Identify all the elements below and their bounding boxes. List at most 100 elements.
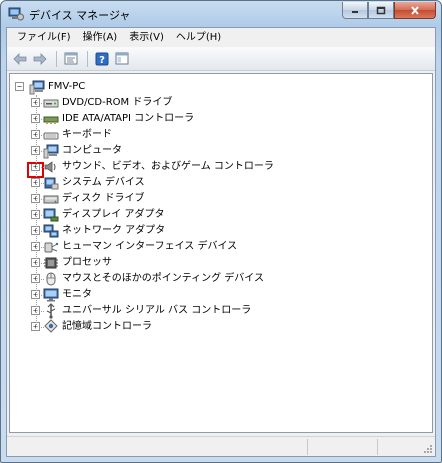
title-bar[interactable]: デバイス マネージャ — [1, 1, 441, 27]
ide-controller-icon — [43, 116, 59, 124]
tree-node-label: コンピュータ — [62, 145, 122, 156]
tree-connector-line — [41, 311, 44, 312]
tree-node-row[interactable]: + ネットワーク アダプタ — [10, 223, 430, 239]
tree-connector-line — [41, 231, 44, 232]
tree-connector-line — [41, 263, 44, 264]
forward-button[interactable] — [31, 50, 49, 68]
tree-connector-line — [41, 295, 44, 296]
menu-view[interactable]: 表示(V) — [123, 28, 170, 47]
processor-icon — [44, 257, 58, 269]
resize-grip-icon[interactable] — [423, 444, 433, 454]
menu-bar: ファイル(F) 操作(A) 表示(V) ヘルプ(H) — [7, 28, 435, 47]
tree-connector-line — [41, 327, 44, 328]
disk-drive-icon — [43, 195, 59, 204]
show-hide-console-tree-icon — [115, 52, 129, 65]
toolbar: ? — [7, 47, 435, 71]
tree-connector-line — [41, 279, 44, 280]
tree-node-row[interactable]: + 記憶域コントローラ — [10, 319, 430, 335]
storage-controller-icon — [44, 319, 58, 333]
system-device-icon — [44, 177, 59, 190]
tree-node-label: モニタ — [62, 289, 92, 300]
maximize-icon — [376, 6, 386, 14]
tree-node-label: システム デバイス — [62, 177, 145, 188]
tree-node-row[interactable]: + システム デバイス — [10, 175, 430, 191]
mouse-icon — [46, 272, 56, 286]
computer-icon — [43, 144, 59, 159]
network-adapter-icon — [43, 224, 59, 238]
menu-help[interactable]: ヘルプ(H) — [170, 28, 227, 47]
tree-node-label: マウスとそのほかのポインティング デバイス — [62, 273, 264, 284]
maximize-button[interactable] — [368, 2, 394, 19]
tree-node-label: 記憶域コントローラ — [62, 321, 152, 332]
tree-node-label: DVD/CD-ROM ドライブ — [62, 97, 173, 108]
sound-icon — [44, 161, 56, 173]
properties-icon — [64, 52, 78, 65]
tree-node-row[interactable]: + モニタ — [10, 287, 430, 303]
tree-node-row[interactable]: + キーボード — [10, 127, 430, 143]
tree-connector-line — [41, 119, 44, 120]
computer-icon — [29, 80, 45, 95]
minimize-button[interactable] — [342, 2, 368, 19]
tree-node-row[interactable]: + DVD/CD-ROM ドライブ — [10, 95, 430, 111]
minimize-icon — [352, 11, 358, 13]
tree-node-row[interactable]: + ユニバーサル シリアル バス コントローラ — [10, 303, 430, 319]
caption-buttons — [342, 2, 436, 19]
tree-node-row[interactable]: + ヒューマン インターフェイス デバイス — [10, 239, 430, 255]
collapse-toggle[interactable]: − — [15, 82, 24, 91]
tree-node-label: キーボード — [62, 129, 112, 140]
tree-node-row[interactable]: + IDE ATA/ATAPI コントローラ — [10, 111, 430, 127]
keyboard-icon — [43, 132, 59, 140]
tree-connector-line — [41, 247, 44, 248]
tree-node-row[interactable]: + ディスク ドライブ — [10, 191, 430, 207]
back-arrow-icon — [13, 52, 27, 65]
tree-connector-line — [41, 215, 44, 216]
tree-node-row[interactable]: + サウンド、ビデオ、およびゲーム コントローラ — [10, 159, 430, 175]
status-bar — [7, 436, 435, 456]
dvd-drive-icon — [43, 99, 59, 108]
help-icon: ? — [95, 52, 109, 66]
close-icon — [411, 5, 419, 15]
tree-node-label: ディスプレイ アダプタ — [62, 209, 165, 220]
status-bar-divider — [377, 439, 378, 455]
forward-arrow-icon — [33, 52, 47, 65]
device-tree[interactable]: − FMV-PC + DVD/CD-ROM ドライブ + IDE ATA/ATAPI … — [9, 73, 433, 433]
tree-node-label: ユニバーサル シリアル バス コントローラ — [62, 305, 252, 316]
menu-action[interactable]: 操作(A) — [77, 28, 124, 47]
tree-node-label: ネットワーク アダプタ — [62, 225, 166, 236]
tree-connector-line — [41, 151, 44, 152]
tree-node-label: ヒューマン インターフェイス デバイス — [62, 241, 238, 252]
tree-node-label: サウンド、ビデオ、およびゲーム コントローラ — [62, 161, 274, 172]
hid-icon — [44, 242, 59, 253]
status-bar-divider — [307, 439, 308, 455]
tree-root-row[interactable]: − FMV-PC — [10, 79, 210, 95]
tree-connector-line — [41, 183, 44, 184]
tree-connector-line — [36, 95, 37, 327]
show-hide-tree-button[interactable] — [113, 50, 131, 68]
help-button[interactable]: ? — [93, 50, 111, 68]
toolbar-separator — [56, 50, 57, 67]
tree-node-label: ディスク ドライブ — [62, 193, 145, 204]
tree-node-label: IDE ATA/ATAPI コントローラ — [62, 113, 195, 124]
tree-connector-line — [41, 135, 44, 136]
usb-icon — [46, 303, 56, 319]
menu-file[interactable]: ファイル(F) — [11, 28, 77, 47]
tree-connector-line — [41, 167, 44, 168]
tree-connector-line — [41, 199, 44, 200]
tree-root-label: FMV-PC — [48, 81, 86, 92]
client-area: ファイル(F) 操作(A) 表示(V) ヘルプ(H) ? − FMV-PC + … — [6, 27, 436, 457]
device-manager-window: デバイス マネージャ ファイル(F) 操作(A) 表示(V) ヘルプ(H) ? … — [0, 0, 442, 463]
window-title: デバイス マネージャ — [29, 9, 131, 22]
device-manager-app-icon — [8, 7, 24, 21]
tree-node-label: プロセッサ — [62, 257, 112, 268]
display-adapter-icon — [43, 208, 59, 222]
close-button[interactable] — [394, 2, 436, 19]
properties-button[interactable] — [62, 50, 80, 68]
tree-connector-line — [41, 103, 44, 104]
tree-node-row[interactable]: + プロセッサ — [10, 255, 430, 271]
svg-text:?: ? — [99, 55, 105, 66]
tree-node-row[interactable]: + マウスとそのほかのポインティング デバイス — [10, 271, 430, 287]
monitor-icon — [43, 288, 59, 302]
back-button[interactable] — [11, 50, 29, 68]
tree-node-row[interactable]: + コンピュータ — [10, 143, 430, 159]
tree-node-row[interactable]: + ディスプレイ アダプタ — [10, 207, 430, 223]
